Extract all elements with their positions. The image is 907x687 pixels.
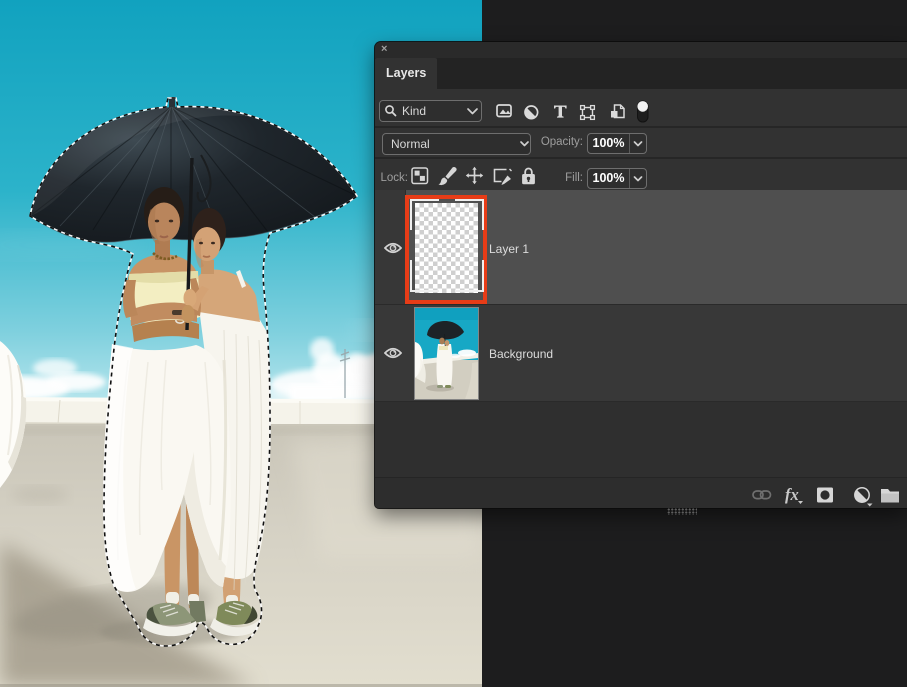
svg-text:fx: fx xyxy=(785,485,799,504)
